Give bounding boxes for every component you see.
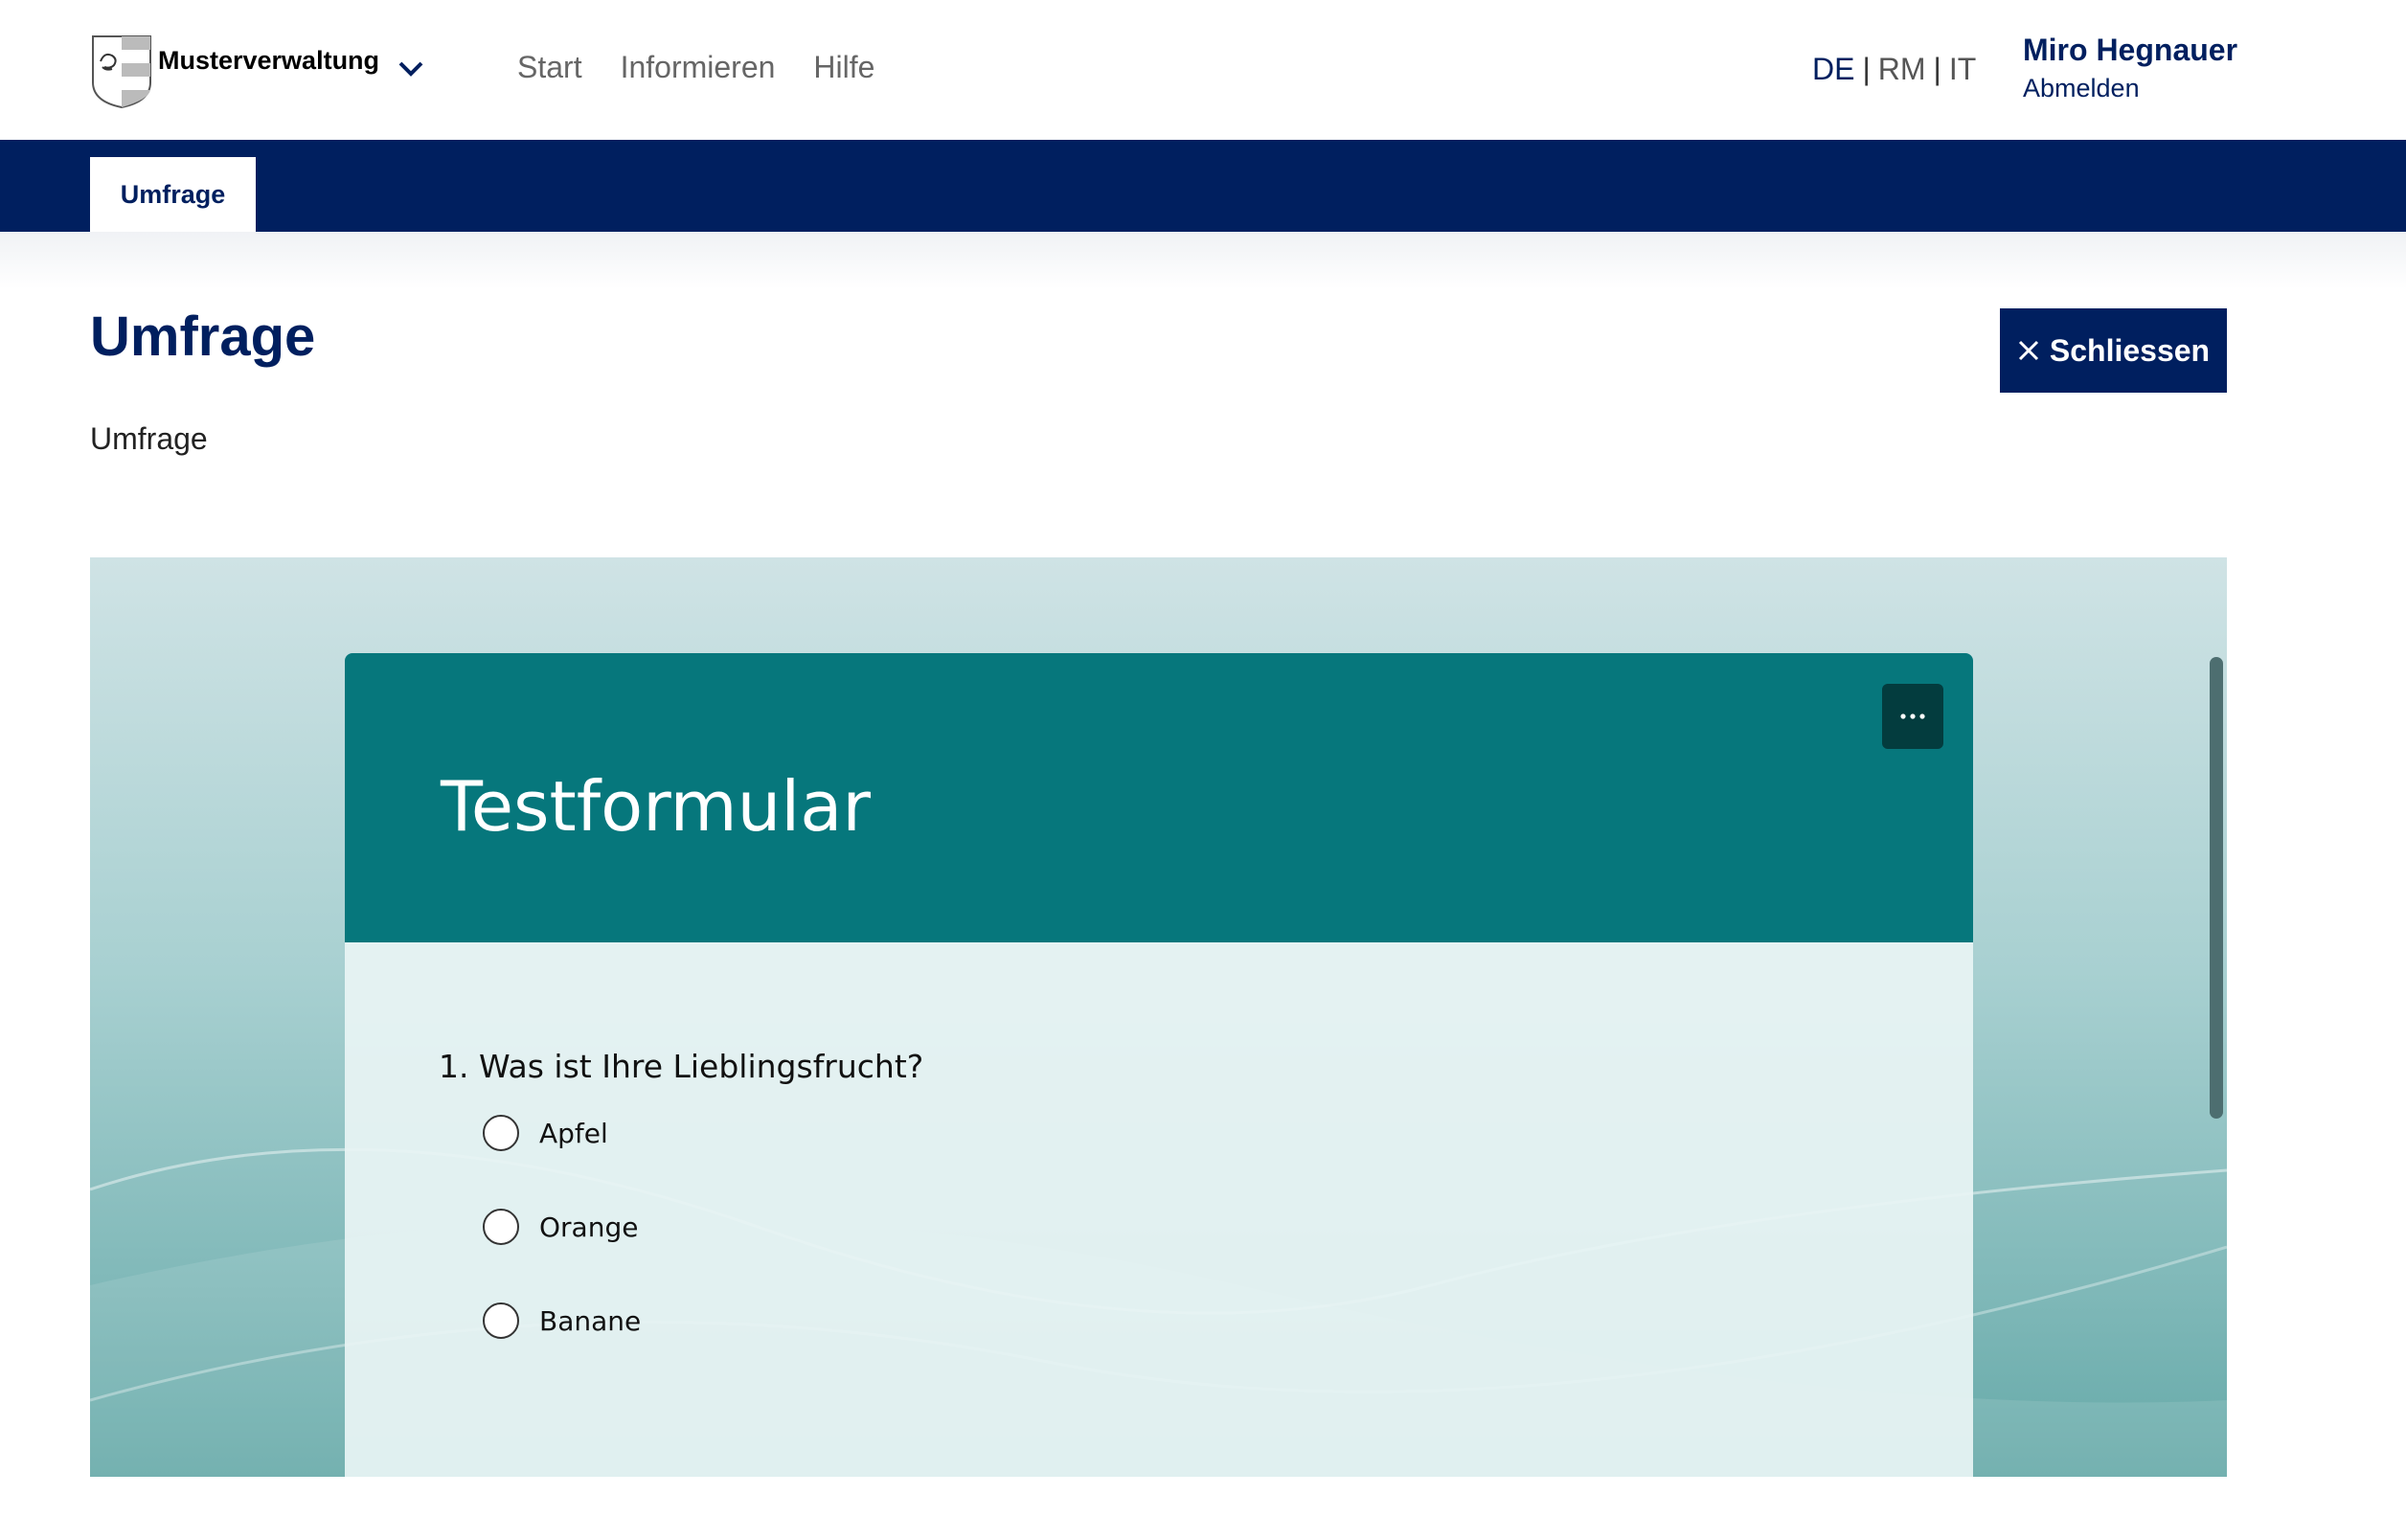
coat-of-arms-icon (92, 35, 151, 109)
lang-separator: | (1933, 52, 1941, 86)
lang-de[interactable]: DE (1812, 52, 1854, 86)
form-title: Testformular (441, 766, 872, 847)
option-label: Banane (539, 1304, 642, 1337)
form-header: Testformular (345, 653, 1973, 942)
tab-umfrage[interactable]: Umfrage (90, 157, 256, 232)
option-label: Orange (539, 1211, 639, 1243)
lang-it[interactable]: IT (1949, 52, 1976, 86)
nav-start[interactable]: Start (517, 50, 582, 85)
question-1: 1. Was ist Ihre Lieblingsfrucht? (439, 1048, 923, 1085)
option-orange[interactable]: Orange (483, 1209, 638, 1245)
top-header: Musterverwaltung Start Informieren Hilfe… (0, 0, 2406, 140)
question-number: 1. (439, 1048, 469, 1085)
user-menu: Miro Hegnauer Abmelden (2023, 33, 2237, 103)
tabbar-shadow (0, 232, 2406, 289)
chevron-down-icon[interactable] (397, 59, 425, 79)
main-nav: Start Informieren Hilfe (517, 50, 874, 85)
close-button[interactable]: Schliessen (2000, 308, 2227, 393)
option-label: Apfel (539, 1117, 608, 1149)
scrollbar-thumb[interactable] (2210, 657, 2223, 1119)
close-icon (2018, 340, 2038, 361)
nav-hilfe[interactable]: Hilfe (813, 50, 874, 85)
close-button-label: Schliessen (2049, 332, 2211, 368)
logout-link[interactable]: Abmelden (2023, 74, 2237, 103)
question-text: Was ist Ihre Lieblingsfrucht? (479, 1048, 924, 1085)
page-title: Umfrage (90, 306, 316, 368)
option-banane[interactable]: Banane (483, 1302, 641, 1339)
lang-rm[interactable]: RM (1878, 52, 1926, 86)
form-body: 1. Was ist Ihre Lieblingsfrucht? Apfel O… (345, 942, 1973, 1477)
language-switcher: DE | RM | IT (1812, 52, 1976, 87)
org-switcher[interactable]: Musterverwaltung (89, 33, 425, 109)
more-options-button[interactable] (1882, 684, 1943, 749)
radio-button[interactable] (483, 1209, 519, 1245)
embedded-form-frame[interactable]: Testformular 1. Was ist Ihre Lieblingsfr… (90, 557, 2227, 1477)
radio-button[interactable] (483, 1115, 519, 1151)
org-name: Musterverwaltung (158, 45, 380, 75)
page-subtitle: Umfrage (90, 421, 208, 456)
radio-button[interactable] (483, 1302, 519, 1339)
user-name: Miro Hegnauer (2023, 33, 2238, 67)
nav-informieren[interactable]: Informieren (621, 50, 776, 85)
more-horizontal-icon (1900, 713, 1925, 719)
lang-separator: | (1862, 52, 1871, 86)
option-apfel[interactable]: Apfel (483, 1115, 608, 1151)
tab-bar: Umfrage (0, 140, 2406, 232)
